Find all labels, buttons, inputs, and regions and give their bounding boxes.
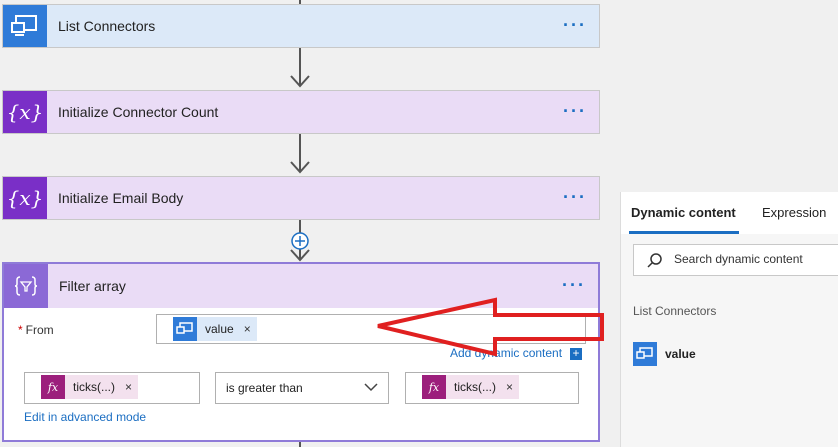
- action-card-initialize-connector-count[interactable]: {x} Initialize Connector Count ···: [2, 90, 600, 134]
- more-options-button[interactable]: ···: [563, 177, 587, 217]
- card-title: Filter array: [59, 278, 126, 294]
- power-apps-icon: [173, 317, 197, 341]
- search-dynamic-content-field[interactable]: [633, 244, 838, 276]
- tab-expression[interactable]: Expression: [762, 192, 826, 234]
- remove-token-button[interactable]: ×: [506, 380, 513, 394]
- filter-icon: [4, 264, 48, 308]
- search-input[interactable]: [672, 251, 836, 267]
- chevron-down-icon: [364, 383, 378, 392]
- fx-icon: fx: [41, 375, 65, 399]
- power-apps-icon: [3, 5, 47, 47]
- token-label: value: [205, 322, 234, 336]
- variable-icon: {x}: [3, 177, 47, 219]
- card-title: Initialize Connector Count: [58, 104, 219, 120]
- item-label: value: [665, 347, 696, 361]
- search-icon: [647, 253, 662, 268]
- action-card-list-connectors[interactable]: List Connectors ···: [2, 4, 600, 48]
- dynamic-content-panel: Dynamic content Expression List Connecto…: [620, 192, 838, 447]
- panel-tabs: Dynamic content Expression: [621, 192, 838, 234]
- flow-connector: [299, 442, 301, 447]
- condition-operator-dropdown[interactable]: is greater than: [215, 372, 389, 404]
- condition-right-operand[interactable]: fx ticks(...) ×: [405, 372, 579, 404]
- expression-token-left[interactable]: fx ticks(...) ×: [41, 375, 139, 399]
- arrow-down-icon: [290, 75, 310, 88]
- card-title: List Connectors: [58, 18, 156, 34]
- more-options-button[interactable]: ···: [563, 91, 587, 131]
- expression-token-right[interactable]: fx ticks(...) ×: [422, 375, 520, 399]
- annotation-arrow-icon: [377, 297, 604, 357]
- token-label: ticks(...): [73, 380, 115, 394]
- tab-dynamic-content[interactable]: Dynamic content: [631, 192, 736, 234]
- operator-value: is greater than: [226, 381, 303, 395]
- remove-token-button[interactable]: ×: [244, 322, 251, 336]
- dynamic-content-item-value[interactable]: value: [633, 342, 696, 366]
- arrow-down-icon: [290, 161, 310, 174]
- power-apps-icon: [633, 342, 657, 366]
- card-title: Initialize Email Body: [58, 190, 184, 206]
- required-marker: *: [18, 323, 23, 337]
- section-header-list-connectors: List Connectors: [633, 304, 717, 318]
- active-tab-indicator: [629, 231, 739, 234]
- fx-icon: fx: [422, 375, 446, 399]
- variable-icon: {x}: [3, 91, 47, 133]
- action-card-initialize-email-body[interactable]: {x} Initialize Email Body ···: [2, 176, 600, 220]
- more-options-button[interactable]: ···: [563, 5, 587, 45]
- token-label: ticks(...): [454, 380, 496, 394]
- edit-in-advanced-mode-link[interactable]: Edit in advanced mode: [24, 410, 146, 424]
- remove-token-button[interactable]: ×: [125, 380, 132, 394]
- dynamic-token-value[interactable]: value ×: [173, 317, 257, 341]
- condition-left-operand[interactable]: fx ticks(...) ×: [24, 372, 200, 404]
- arrow-down-icon: [290, 249, 310, 262]
- from-label: * From: [18, 323, 54, 337]
